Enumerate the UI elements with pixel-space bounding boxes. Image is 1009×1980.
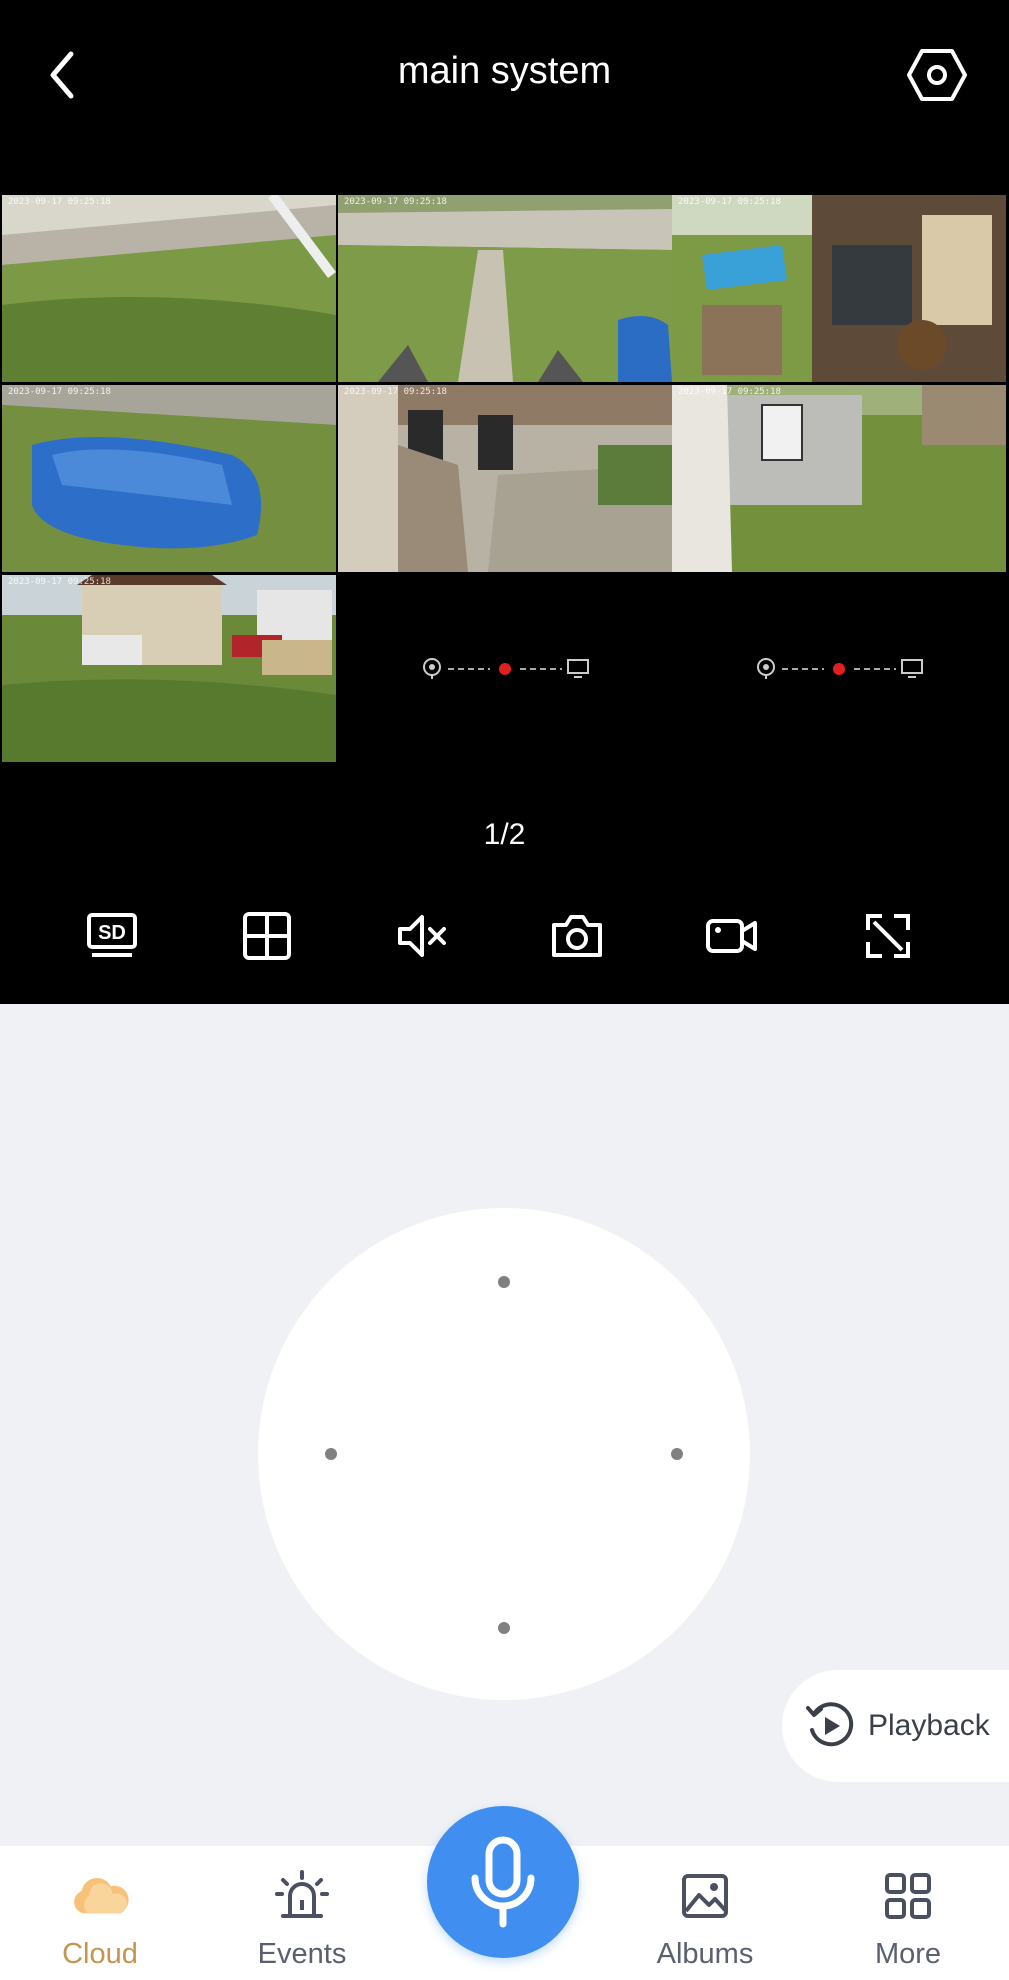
settings-hex-icon xyxy=(907,49,967,101)
nav-events[interactable]: Events xyxy=(232,1846,372,1980)
fullscreen-icon xyxy=(866,914,910,958)
cloud-icon xyxy=(74,1878,129,1914)
sd-icon: SD xyxy=(87,913,137,957)
snapshot-button[interactable] xyxy=(549,908,605,964)
camera-timestamp: 2023-09-17 09:25:18 xyxy=(678,387,781,397)
joystick-left-indicator[interactable] xyxy=(325,1448,337,1460)
camera-tile-offline-2[interactable] xyxy=(672,575,1006,762)
camera-tile-5[interactable]: 2023-09-17 09:25:18 xyxy=(338,385,672,572)
camera-timestamp: 2023-09-17 09:25:18 xyxy=(344,387,447,397)
video-record-icon xyxy=(706,919,757,953)
joystick-right-indicator[interactable] xyxy=(671,1448,683,1460)
nav-label-events: Events xyxy=(257,1938,347,1970)
camera-tile-offline-1[interactable] xyxy=(338,575,672,762)
nav-more[interactable]: More xyxy=(838,1846,978,1980)
sd-quality-button[interactable]: SD xyxy=(84,908,140,964)
settings-button[interactable] xyxy=(900,42,974,108)
camera-offline-icon xyxy=(757,657,923,679)
alarm-icon xyxy=(275,1870,329,1918)
image-icon xyxy=(682,1874,728,1918)
joystick-down-indicator[interactable] xyxy=(498,1622,510,1634)
playback-icon xyxy=(806,1702,854,1747)
split-screen-button[interactable] xyxy=(239,908,295,964)
camera-timestamp: 2023-09-17 09:25:18 xyxy=(8,387,111,397)
camera-icon xyxy=(552,915,602,957)
camera-tile-3[interactable]: 2023-09-17 09:25:18 xyxy=(672,195,1006,382)
camera-tile-6[interactable]: 2023-09-17 09:25:18 xyxy=(672,385,1006,572)
camera-tile-7[interactable]: 2023-09-17 09:25:18 xyxy=(2,575,336,762)
fullscreen-button[interactable] xyxy=(860,908,916,964)
record-button[interactable] xyxy=(704,908,760,964)
top-bar: main system xyxy=(0,0,1009,195)
nav-label-more: More xyxy=(874,1938,942,1970)
page-indicator: 1/2 xyxy=(483,818,526,851)
camera-offline-icon xyxy=(423,657,589,679)
talk-button[interactable] xyxy=(427,1806,579,1958)
microphone-icon xyxy=(471,1836,535,1928)
camera-timestamp: 2023-09-17 09:25:18 xyxy=(8,577,111,587)
nav-label-cloud: Cloud xyxy=(62,1938,138,1970)
nav-label-albums: Albums xyxy=(656,1938,754,1970)
camera-tile-4[interactable]: 2023-09-17 09:25:18 xyxy=(2,385,336,572)
camera-timestamp: 2023-09-17 09:25:18 xyxy=(8,197,111,207)
camera-timestamp: 2023-09-17 09:25:18 xyxy=(678,197,781,207)
camera-tile-2[interactable]: 2023-09-17 09:25:18 xyxy=(338,195,672,382)
nav-cloud[interactable]: Cloud xyxy=(30,1846,170,1980)
more-grid-icon xyxy=(885,1873,931,1919)
nav-albums[interactable]: Albums xyxy=(635,1846,775,1980)
playback-button[interactable]: Playback xyxy=(782,1670,1009,1782)
camera-toolbar: SD xyxy=(0,900,1009,970)
camera-grid: 2023-09-17 09:25:18 2023-09-17 09:25:18 xyxy=(0,195,1009,762)
page-title: main system xyxy=(397,50,612,92)
svg-text:SD: SD xyxy=(98,922,126,944)
grid-layout-icon xyxy=(243,912,291,960)
camera-tile-1[interactable]: 2023-09-17 09:25:18 xyxy=(2,195,336,382)
playback-label: Playback xyxy=(868,1709,990,1742)
mute-icon xyxy=(398,915,446,957)
mute-button[interactable] xyxy=(394,908,450,964)
ptz-joystick[interactable] xyxy=(258,1208,750,1700)
camera-timestamp: 2023-09-17 09:25:18 xyxy=(344,197,447,207)
joystick-up-indicator[interactable] xyxy=(498,1276,510,1288)
